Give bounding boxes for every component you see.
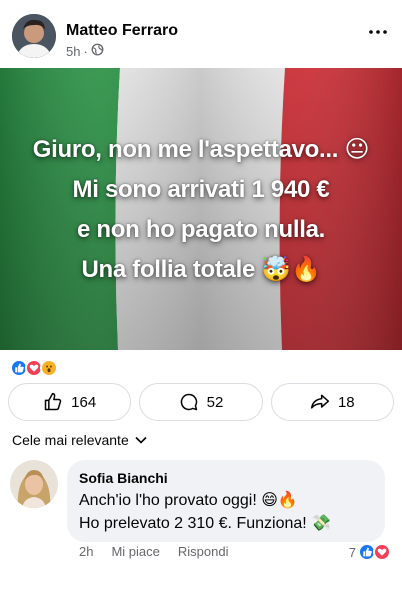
comment-count: 52: [206, 393, 224, 411]
comment-like-button[interactable]: Mi piace: [111, 544, 159, 559]
sort-label: Cele mai relevante: [12, 432, 129, 448]
caption-line-2: Mi sono arrivati 1 940 €: [72, 176, 330, 203]
ellipsis-icon: [369, 30, 387, 34]
comment-time: 2h: [79, 544, 94, 559]
share-count: 18: [337, 393, 355, 411]
author-avatar[interactable]: [12, 14, 56, 58]
like-button[interactable]: 164: [8, 383, 132, 421]
comment-icon: [180, 393, 197, 411]
comment-button[interactable]: 52: [139, 383, 263, 421]
comment-actions: 2h Mi piace Rispondi: [79, 544, 228, 559]
thumbs-up-icon: [44, 392, 62, 411]
wow-icon: [40, 359, 58, 377]
commenter-avatar[interactable]: [10, 460, 58, 508]
meta-separator: ·: [83, 43, 88, 59]
commenter-name[interactable]: Sofia Bianchi: [79, 470, 373, 486]
globe-icon: [91, 43, 104, 59]
caption-line-3: e non ho pagato nulla.: [76, 216, 326, 243]
comment-reaction-count: 7: [348, 544, 356, 560]
share-button[interactable]: 18: [270, 383, 394, 421]
love-icon: [373, 543, 391, 561]
caption-line-1: Giuro, non me l'aspettavo... 😐: [32, 136, 370, 163]
share-icon: [310, 394, 330, 409]
post-action-bar: 164 52 18: [8, 383, 394, 421]
comment-reply-button[interactable]: Rispondi: [178, 544, 229, 559]
post-time[interactable]: 5h: [66, 44, 80, 59]
reaction-summary[interactable]: [10, 358, 58, 378]
post-header: Matteo Ferraro 5h ·: [0, 0, 402, 68]
comment-text-line-1: Anch'io l'ho provato oggi! 😄🔥: [79, 492, 298, 509]
more-options-button[interactable]: [366, 22, 390, 42]
post-meta: 5h ·: [66, 43, 104, 59]
comment-bubble[interactable]: Sofia Bianchi Anch'io l'ho provato oggi!…: [67, 460, 385, 542]
like-count: 164: [71, 393, 97, 411]
comment-reactions[interactable]: 7: [348, 543, 391, 561]
image-caption: Giuro, non me l'aspettavo... 😐 Mi sono a…: [0, 130, 402, 290]
chevron-down-icon: [135, 436, 147, 444]
comment-sort-dropdown[interactable]: Cele mai relevante: [12, 432, 147, 448]
comment-text-line-2: Ho prelevato 2 310 €. Funziona! 💸: [79, 515, 332, 532]
author-name[interactable]: Matteo Ferraro: [66, 22, 178, 40]
post-image[interactable]: Giuro, non me l'aspettavo... 😐 Mi sono a…: [0, 68, 402, 350]
caption-line-4: Una follia totale 🤯🔥: [81, 256, 321, 283]
